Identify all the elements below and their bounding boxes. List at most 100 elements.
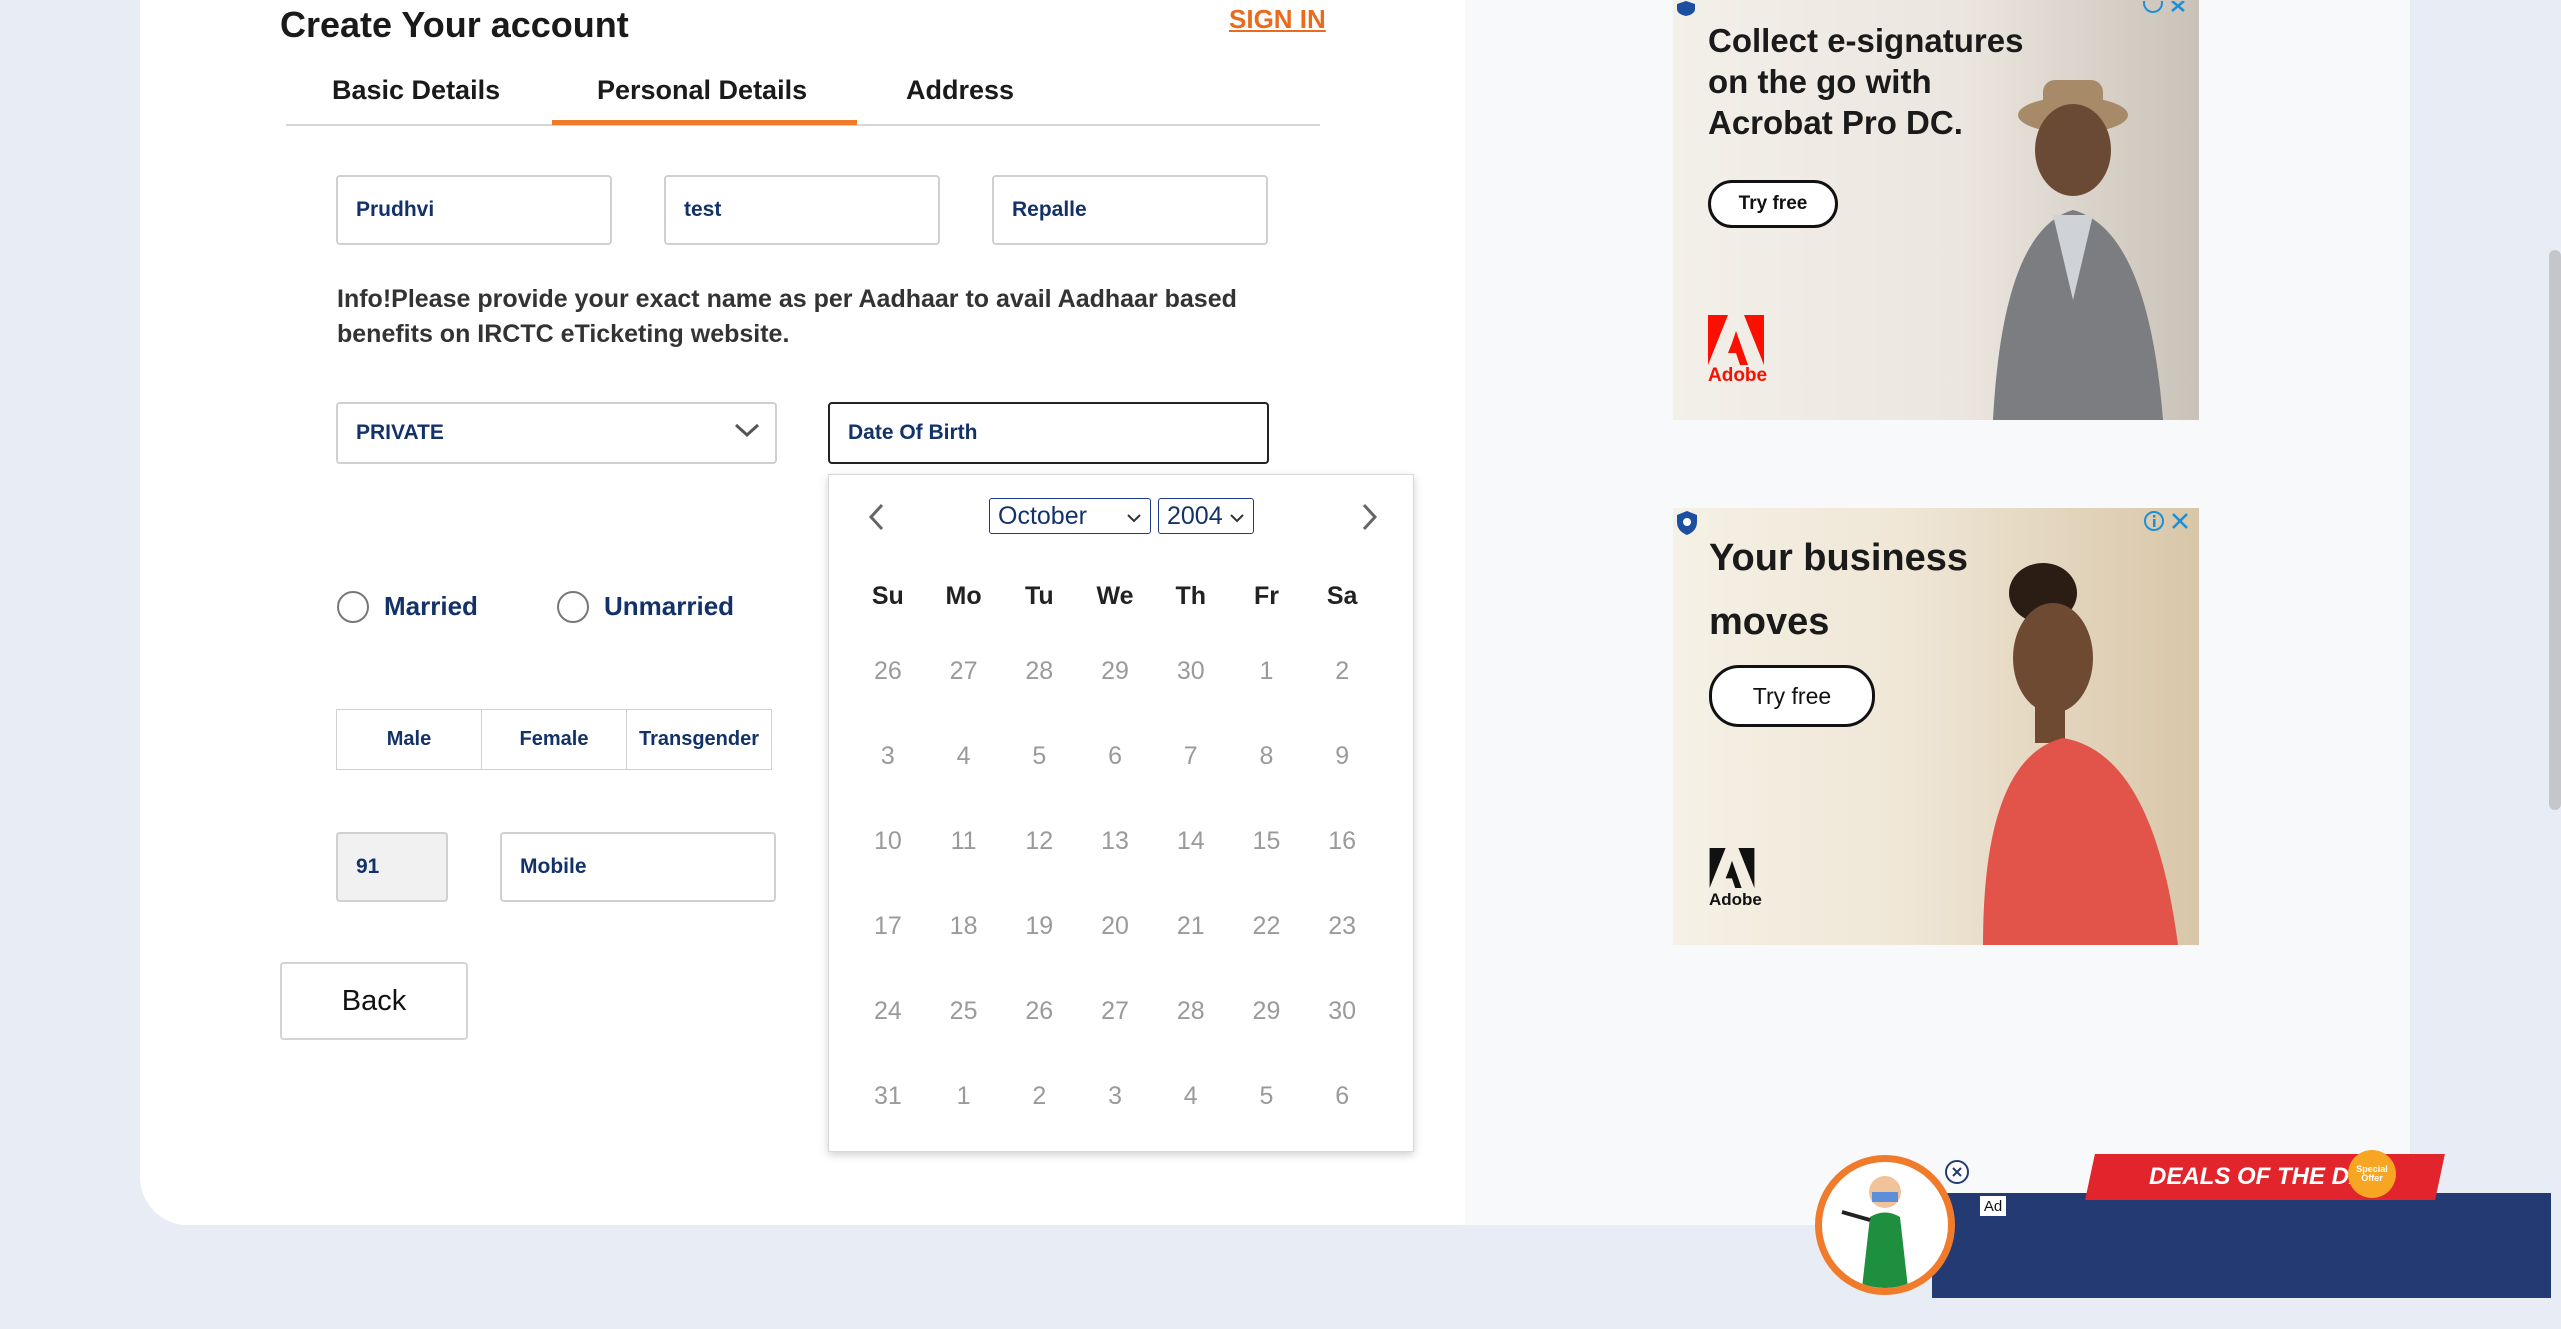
scrollbar-thumb[interactable] xyxy=(2549,250,2561,810)
calendar-day[interactable]: 26 xyxy=(1001,997,1077,1026)
date-of-birth-input[interactable]: Date Of Birth xyxy=(828,402,1269,464)
calendar-day[interactable]: 2 xyxy=(1001,1082,1077,1111)
calendar-day[interactable]: 29 xyxy=(1229,997,1305,1026)
ad1-try-free-button[interactable]: Try free xyxy=(1708,180,1838,228)
special-offer-badge: Special Offer xyxy=(2348,1150,2396,1198)
calendar-day[interactable]: 14 xyxy=(1153,827,1229,856)
calendar-day[interactable]: 24 xyxy=(850,997,926,1026)
month-select[interactable]: October xyxy=(989,498,1151,534)
radio-unmarried[interactable] xyxy=(557,591,589,623)
calendar-day[interactable]: 26 xyxy=(850,657,926,686)
calendar-day[interactable]: 4 xyxy=(1153,1082,1229,1111)
ad-choices-icon[interactable] xyxy=(1675,0,1697,21)
calendar-day[interactable]: 1 xyxy=(926,1082,1002,1111)
adobe-ad-business[interactable]: Your business moves Try free Adobe xyxy=(1673,508,2199,945)
calendar-grid: Su Mo Tu We Th Fr Sa 26 27 28 29 30 1 2 3 4 5 6 7 8 9… xyxy=(850,582,1380,1111)
tab-basic-details[interactable]: Basic Details xyxy=(332,75,500,106)
first-name-value: Prudhvi xyxy=(356,198,435,221)
ad1-brand: Adobe xyxy=(1708,365,1768,386)
calendar-day[interactable]: 7 xyxy=(1153,742,1229,771)
married-label: Married xyxy=(384,591,478,621)
calendar-day[interactable]: 19 xyxy=(1001,912,1077,941)
ad-info-icon[interactable] xyxy=(2143,510,2165,537)
calendar-day[interactable]: 30 xyxy=(1153,657,1229,686)
deals-ad-bar[interactable] xyxy=(1932,1193,2551,1298)
calendar-day[interactable]: 21 xyxy=(1153,912,1229,941)
weekday-header-row: Su Mo Tu We Th Fr Sa xyxy=(850,582,1380,611)
calendar-day[interactable]: 5 xyxy=(1001,742,1077,771)
deals-banner-text: DEALS OF THE DAY xyxy=(2149,1163,2381,1190)
next-month-button[interactable] xyxy=(1356,500,1382,539)
calendar-day[interactable]: 6 xyxy=(1304,1082,1380,1111)
calendar-weeks: 26 27 28 29 30 1 2 3 4 5 6 7 8 9 10 11 12 13 14 15 16 17 18 19 2… xyxy=(850,657,1380,1111)
calendar-day[interactable]: 28 xyxy=(1153,997,1229,1026)
weekday-th: Th xyxy=(1175,582,1206,610)
calendar-day[interactable]: 27 xyxy=(926,657,1002,686)
calendar-week-row: 17 18 19 20 21 22 23 xyxy=(850,912,1380,941)
adobe-ad-esignatures[interactable]: Collect e-signatures on the go with Acro… xyxy=(1673,0,2199,420)
middle-name-value: test xyxy=(684,198,722,221)
calendar-day[interactable]: 18 xyxy=(926,912,1002,941)
tab-personal-details[interactable]: Personal Details xyxy=(597,75,807,106)
calendar-day[interactable]: 29 xyxy=(1077,657,1153,686)
calendar-day[interactable]: 1 xyxy=(1229,657,1305,686)
calendar-day[interactable]: 3 xyxy=(1077,1082,1153,1111)
calendar-day[interactable]: 17 xyxy=(850,912,926,941)
ad2-headline-line2: moves xyxy=(1709,601,1830,643)
ad2-brand: Adobe xyxy=(1709,890,1762,909)
ad-person-image xyxy=(1923,538,2193,945)
year-select[interactable]: 2004 xyxy=(1158,498,1254,534)
occupation-select[interactable]: PRIVATE xyxy=(336,402,777,464)
gender-male-button[interactable]: Male xyxy=(336,709,482,770)
calendar-day[interactable]: 16 xyxy=(1304,827,1380,856)
ad-close-icon[interactable] xyxy=(2169,0,2189,18)
calendar-day[interactable]: 15 xyxy=(1229,827,1305,856)
calendar-day[interactable]: 3 xyxy=(850,742,926,771)
calendar-day[interactable]: 20 xyxy=(1077,912,1153,941)
calendar-day[interactable]: 8 xyxy=(1229,742,1305,771)
ad-info-icon[interactable] xyxy=(2143,0,2163,18)
last-name-value: Repalle xyxy=(1012,198,1087,221)
gender-transgender-button[interactable]: Transgender xyxy=(626,709,772,770)
calendar-day[interactable]: 9 xyxy=(1304,742,1380,771)
close-icon[interactable] xyxy=(1945,1160,1969,1184)
calendar-day[interactable]: 30 xyxy=(1304,997,1380,1026)
back-button[interactable]: Back xyxy=(280,962,468,1040)
calendar-day[interactable]: 5 xyxy=(1229,1082,1305,1111)
month-value: October xyxy=(998,501,1087,530)
calendar-day[interactable]: 6 xyxy=(1077,742,1153,771)
ad2-try-free-button[interactable]: Try free xyxy=(1709,665,1875,727)
middle-name-input[interactable]: test xyxy=(664,175,940,245)
mascot-avatar[interactable] xyxy=(1815,1155,1955,1295)
calendar-day[interactable]: 10 xyxy=(850,827,926,856)
calendar-week-row: 24 25 26 27 28 29 30 xyxy=(850,997,1380,1026)
tab-address[interactable]: Address xyxy=(906,75,1014,106)
calendar-day[interactable]: 31 xyxy=(850,1082,926,1111)
radio-married[interactable] xyxy=(337,591,369,623)
last-name-input[interactable]: Repalle xyxy=(992,175,1268,245)
calendar-day[interactable]: 23 xyxy=(1304,912,1380,941)
calendar-day[interactable]: 25 xyxy=(926,997,1002,1026)
sign-in-link[interactable]: SIGN IN xyxy=(1229,4,1326,35)
mobile-input[interactable]: Mobile xyxy=(500,832,776,902)
ad-choices-icon[interactable] xyxy=(1675,510,1699,541)
calendar-day[interactable]: 4 xyxy=(926,742,1002,771)
calendar-week-row: 3456789 xyxy=(850,742,1380,771)
calendar-day[interactable]: 12 xyxy=(1001,827,1077,856)
first-name-input[interactable]: Prudhvi xyxy=(336,175,612,245)
calendar-day[interactable]: 2 xyxy=(1304,657,1380,686)
adobe-logo-icon xyxy=(1709,848,1755,893)
calendar-day[interactable]: 22 xyxy=(1229,912,1305,941)
country-code-input[interactable]: 91 xyxy=(336,832,448,902)
gender-female-button[interactable]: Female xyxy=(481,709,627,770)
calendar-week-row: 10 11 12 13 14 15 16 xyxy=(850,827,1380,856)
occupation-value: PRIVATE xyxy=(356,421,444,444)
ad2-headline-line1: Your business xyxy=(1709,537,1969,579)
previous-month-button[interactable] xyxy=(864,500,890,539)
adobe-logo-icon xyxy=(1708,315,1764,370)
calendar-day[interactable]: 28 xyxy=(1001,657,1077,686)
calendar-day[interactable]: 11 xyxy=(926,827,1002,856)
ad-close-icon[interactable] xyxy=(2169,510,2191,537)
calendar-day[interactable]: 13 xyxy=(1077,827,1153,856)
calendar-day[interactable]: 27 xyxy=(1077,997,1153,1026)
